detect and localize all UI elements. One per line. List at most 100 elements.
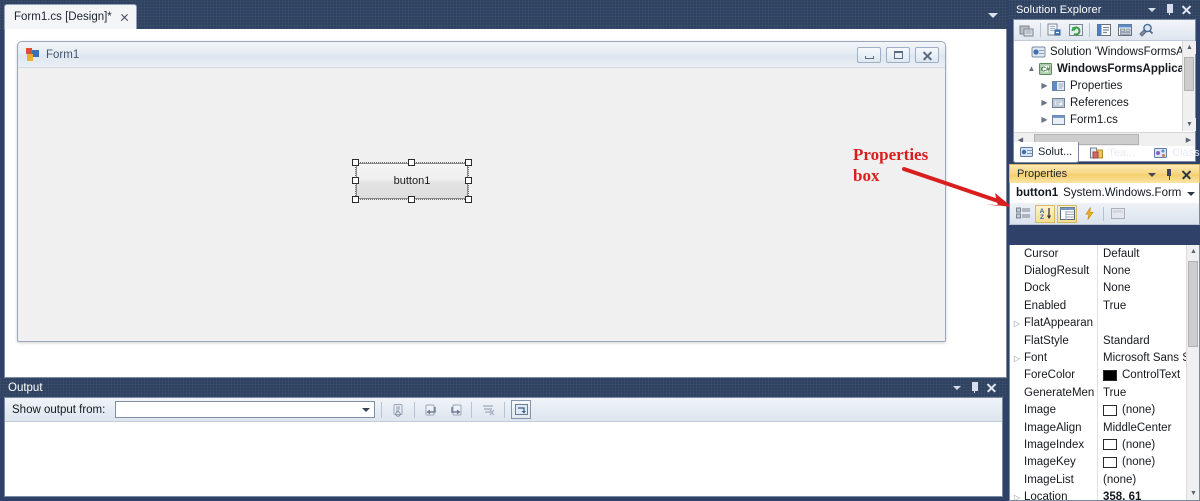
tree-item-references[interactable]: ▶ References (1014, 94, 1182, 111)
property-value[interactable]: 358, 61 (1098, 491, 1186, 500)
pin-icon[interactable] (1164, 168, 1174, 180)
window-dropdown-icon[interactable] (952, 382, 962, 393)
close-icon[interactable] (986, 382, 996, 393)
expand-expander-icon[interactable]: ▶ (1038, 115, 1051, 124)
property-value[interactable]: (none) (1098, 456, 1186, 468)
property-row[interactable]: ForeColor ControlText (1010, 366, 1186, 385)
next-message-icon[interactable] (445, 400, 465, 419)
property-row[interactable]: ▷ FlatAppearan (1010, 314, 1186, 332)
chevron-down-icon[interactable] (988, 10, 998, 20)
chevron-down-icon[interactable] (1187, 189, 1196, 198)
property-value[interactable]: Standard (1098, 335, 1186, 347)
properties-grid[interactable]: Cursor Default DialogResult None Dock None … (1009, 245, 1200, 501)
property-value[interactable]: Microsoft Sans S (1098, 352, 1186, 364)
scroll-down-arrow-icon[interactable]: ▼ (1183, 118, 1196, 131)
resize-handle-e[interactable] (465, 177, 472, 184)
property-row[interactable]: Dock None (1010, 279, 1186, 298)
tree-item-project[interactable]: ▲ C# WindowsFormsApplicatio (1014, 60, 1182, 77)
property-row[interactable]: ▷ Font Microsoft Sans S (1010, 349, 1186, 367)
clear-all-icon[interactable] (478, 400, 498, 419)
button1-control[interactable]: button1 (356, 163, 468, 199)
categorized-icon[interactable] (1013, 205, 1033, 223)
property-row[interactable]: Image (none) (1010, 401, 1186, 419)
property-value[interactable]: Default (1098, 248, 1186, 260)
show-all-files-icon[interactable] (1045, 22, 1064, 39)
expand-expander-icon[interactable]: ▶ (1038, 98, 1051, 107)
scroll-down-arrow-icon[interactable]: ▼ (1187, 487, 1199, 500)
properties-page-icon[interactable] (1057, 204, 1077, 223)
magnifier-icon[interactable] (1136, 22, 1155, 39)
form-caption-bar[interactable]: Form1 (18, 42, 945, 68)
property-row[interactable]: GenerateMen True (1010, 384, 1186, 402)
form-designer-surface[interactable]: Form1 button1 (4, 29, 1007, 378)
word-wrap-icon[interactable] (511, 400, 532, 419)
find-message-icon[interactable] (388, 400, 408, 419)
properties-vertical-scrollbar[interactable]: ▲ ▼ (1186, 245, 1199, 500)
expand-expander-icon[interactable]: ▶ (1038, 81, 1051, 90)
tab-form1-design[interactable]: Form1.cs [Design]* (4, 4, 137, 29)
property-row[interactable]: Enabled True (1010, 297, 1186, 315)
property-row[interactable]: FlatStyle Standard (1010, 331, 1186, 350)
scrollbar-thumb[interactable] (1188, 261, 1198, 347)
property-row[interactable]: Cursor Default (1010, 245, 1186, 263)
property-row[interactable]: ImageIndex (none) (1010, 436, 1186, 454)
property-value[interactable]: True (1098, 387, 1186, 399)
solution-tree[interactable]: Solution 'WindowsFormsApp ▲ C# WindowsFo… (1014, 41, 1182, 131)
close-icon[interactable] (1181, 4, 1191, 15)
property-value[interactable]: None (1098, 282, 1186, 294)
expand-expander-icon[interactable]: ▷ (1010, 354, 1024, 363)
properties-object-selector[interactable]: button1 System.Windows.Forms.B (1009, 183, 1200, 203)
resize-handle-ne[interactable] (465, 159, 472, 166)
properties-window-icon[interactable] (1017, 22, 1036, 39)
scroll-up-arrow-icon[interactable]: ▲ (1183, 41, 1196, 54)
close-icon[interactable] (1181, 169, 1191, 180)
window-dropdown-icon[interactable] (1147, 4, 1157, 15)
form1-window[interactable]: Form1 button1 (17, 41, 946, 342)
view-designer-icon[interactable] (1115, 22, 1134, 39)
expand-expander-icon[interactable]: ▷ (1010, 319, 1024, 328)
view-code-icon[interactable] (1094, 22, 1113, 39)
tree-item-properties[interactable]: ▶ Properties (1014, 77, 1182, 94)
resize-handle-se[interactable] (465, 196, 472, 203)
scrollbar-thumb[interactable] (1184, 57, 1194, 91)
property-value[interactable]: (none) (1098, 404, 1186, 416)
tab-solution-explorer[interactable]: Solut... (1013, 142, 1080, 163)
window-dropdown-icon[interactable] (1147, 169, 1157, 180)
property-row[interactable]: ImageList (none) (1010, 471, 1186, 489)
property-pages-icon[interactable] (1108, 205, 1128, 223)
property-row[interactable]: DialogResult None (1010, 262, 1186, 280)
resize-handle-s[interactable] (408, 196, 415, 203)
show-output-from-combobox[interactable] (115, 401, 376, 418)
tree-item-form1[interactable]: ▶ Form1.cs (1014, 111, 1182, 128)
property-value[interactable]: (none) (1098, 439, 1186, 451)
property-value[interactable]: None (1098, 265, 1186, 277)
minimize-button[interactable] (857, 47, 881, 63)
resize-handle-nw[interactable] (352, 159, 359, 166)
resize-handle-n[interactable] (408, 159, 415, 166)
property-value[interactable]: MiddleCenter (1098, 422, 1186, 434)
scroll-up-arrow-icon[interactable]: ▲ (1187, 245, 1199, 258)
lightning-icon[interactable] (1079, 205, 1099, 223)
alphabetical-sort-icon[interactable]: AZ (1035, 204, 1055, 223)
tree-item-solution[interactable]: Solution 'WindowsFormsApp (1014, 43, 1182, 60)
tab-class-view[interactable]: Class... (1148, 142, 1200, 163)
tab-team-explorer[interactable]: Tea... (1084, 142, 1141, 163)
close-button[interactable] (915, 47, 939, 63)
property-value[interactable]: (none) (1098, 474, 1186, 486)
property-row[interactable]: ▷ Location 358, 61 (1010, 488, 1186, 500)
pin-icon[interactable] (1164, 4, 1174, 15)
resize-handle-sw[interactable] (352, 196, 359, 203)
refresh-icon[interactable] (1066, 22, 1085, 39)
expand-expander-icon[interactable]: ▷ (1010, 493, 1024, 500)
resize-handle-w[interactable] (352, 177, 359, 184)
close-icon[interactable] (120, 13, 129, 22)
collapse-expander-icon[interactable]: ▲ (1025, 64, 1038, 73)
maximize-button[interactable] (886, 47, 910, 63)
pin-icon[interactable] (969, 382, 979, 393)
previous-message-icon[interactable] (421, 400, 441, 419)
property-value[interactable]: ControlText (1098, 369, 1186, 381)
solution-tree-vertical-scrollbar[interactable]: ▲ ▼ (1182, 41, 1196, 131)
property-row[interactable]: ImageAlign MiddleCenter (1010, 418, 1186, 437)
property-value[interactable]: True (1098, 300, 1186, 312)
property-row[interactable]: ImageKey (none) (1010, 453, 1186, 472)
